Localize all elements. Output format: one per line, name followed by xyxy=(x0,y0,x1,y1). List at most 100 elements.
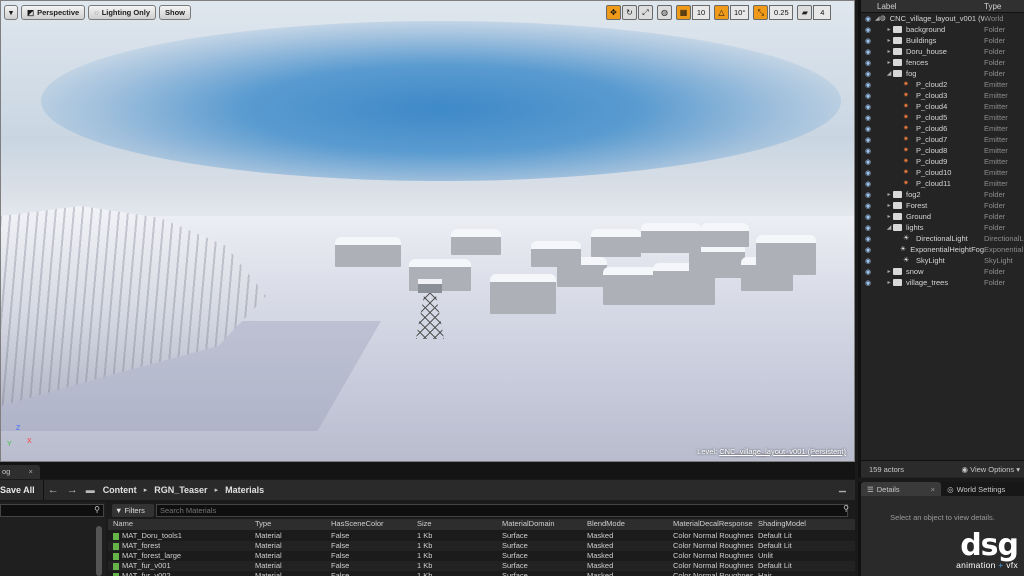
world-local-icon[interactable]: ◍ xyxy=(657,5,672,20)
eye-icon[interactable]: ◉ xyxy=(861,114,875,122)
eye-icon[interactable]: ◉ xyxy=(861,246,875,254)
breadcrumb-materials[interactable]: Materials xyxy=(225,485,264,495)
grid-snap-icon[interactable]: ▦ xyxy=(676,5,691,20)
asset-search-input[interactable] xyxy=(156,504,848,517)
close-icon[interactable]: × xyxy=(931,485,935,494)
viewport-menu-button[interactable]: ▾ xyxy=(4,5,18,20)
asset-row[interactable]: MAT_fur_v001 Material False 1 Kb Surface Mask… xyxy=(108,561,855,571)
eye-icon[interactable]: ◉ xyxy=(861,191,875,199)
outliner-row[interactable]: ◉ ◢ lights Folder xyxy=(861,222,1024,233)
label-column-header[interactable]: Label xyxy=(875,2,984,11)
eye-icon[interactable]: ◉ xyxy=(861,257,875,265)
column-shadingmodel[interactable]: ShadingModel xyxy=(758,519,806,528)
translate-icon[interactable]: ✥ xyxy=(606,5,621,20)
column-blendmode[interactable]: BlendMode xyxy=(587,519,625,528)
eye-icon[interactable]: ◉ xyxy=(861,92,875,100)
asset-row[interactable]: MAT_fur_v002 Material False 1 Kb Surface Mask… xyxy=(108,571,855,576)
expand-arrow-icon[interactable]: ▸ xyxy=(885,48,893,55)
level-viewport[interactable]: ▾ ◩ Perspective ◌ Lighting Only Show ✥ ↻… xyxy=(0,0,855,462)
column-type[interactable]: Type xyxy=(255,519,271,528)
eye-icon[interactable]: ◉ xyxy=(861,81,875,89)
outliner-row[interactable]: ◉ ▸ village_trees Folder xyxy=(861,277,1024,288)
filters-button[interactable]: ▼ Filters xyxy=(112,504,154,517)
tab-details[interactable]: ☰ Details × xyxy=(861,482,942,496)
asset-row[interactable]: MAT_forest_large Material False 1 Kb Surface… xyxy=(108,551,855,561)
outliner-row[interactable]: ◉ ✷ P_cloud10 Emitter xyxy=(861,167,1024,178)
eye-icon[interactable]: ◉ xyxy=(861,202,875,210)
outliner-row[interactable]: ◉ ▸ Ground Folder xyxy=(861,211,1024,222)
tab-output-log[interactable]: og × xyxy=(0,465,40,479)
outliner-row[interactable]: ◉ ✷ P_cloud6 Emitter xyxy=(861,123,1024,134)
type-column-header[interactable]: Type xyxy=(984,2,1001,11)
outliner-row[interactable]: ◉ ✷ P_cloud9 Emitter xyxy=(861,156,1024,167)
expand-arrow-icon[interactable]: ▸ xyxy=(885,268,893,275)
outliner-row[interactable]: ◉ ▸ background Folder xyxy=(861,24,1024,35)
eye-icon[interactable]: ◉ xyxy=(861,147,875,155)
expand-arrow-icon[interactable]: ◢ xyxy=(885,70,893,77)
outliner-row[interactable]: ◉ ☀ ExponentialHeightFog Exponential xyxy=(861,244,1024,255)
eye-icon[interactable]: ◉ xyxy=(861,279,875,287)
save-all-button[interactable]: Save All xyxy=(0,480,44,500)
asset-row[interactable]: MAT_Doru_tools1 Material False 1 Kb Surface M… xyxy=(108,531,855,541)
scale-snap-value[interactable]: 0.25 xyxy=(769,5,794,20)
outliner-row[interactable]: ◉ ☀ SkyLight SkyLight xyxy=(861,255,1024,266)
eye-icon[interactable]: ◉ xyxy=(861,180,875,188)
eye-icon[interactable]: ◉ xyxy=(861,158,875,166)
outliner-row[interactable]: ◉ ✷ P_cloud2 Emitter xyxy=(861,79,1024,90)
show-button[interactable]: Show xyxy=(159,5,192,20)
view-options-button[interactable]: ◉ View Options ▾ xyxy=(961,465,1020,474)
breadcrumb-rgn-teaser[interactable]: RGN_Teaser xyxy=(154,485,207,495)
minimize-icon[interactable]: ▁ xyxy=(839,482,846,493)
close-icon[interactable]: × xyxy=(28,467,32,476)
column-name[interactable]: Name xyxy=(113,519,133,528)
scale-icon[interactable]: ⤢ xyxy=(638,5,653,20)
column-materialdecalresponse[interactable]: MaterialDecalResponse xyxy=(673,519,753,528)
expand-arrow-icon[interactable]: ◢ xyxy=(885,224,893,231)
forward-arrow-icon[interactable]: → xyxy=(63,484,82,496)
tab-world-settings[interactable]: ◎ World Settings xyxy=(941,482,1011,496)
rotation-snap-icon[interactable]: △ xyxy=(714,5,729,20)
outliner-row[interactable]: ◉ ▸ Buildings Folder xyxy=(861,35,1024,46)
outliner-row[interactable]: ◉ ▸ fog2 Folder xyxy=(861,189,1024,200)
breadcrumb-content[interactable]: Content xyxy=(103,485,137,495)
expand-arrow-icon[interactable]: ▸ xyxy=(885,213,893,220)
eye-icon[interactable]: ◉ xyxy=(861,235,875,243)
camera-speed-value[interactable]: 4 xyxy=(813,5,832,20)
expand-arrow-icon[interactable]: ▸ xyxy=(885,37,893,44)
outliner-row[interactable]: ◉ ✷ P_cloud4 Emitter xyxy=(861,101,1024,112)
eye-icon[interactable]: ◉ xyxy=(861,213,875,221)
scale-snap-icon[interactable]: ⤡ xyxy=(753,5,769,20)
scrollbar[interactable] xyxy=(96,526,102,576)
outliner-row[interactable]: ◉ ▸ Doru_house Folder xyxy=(861,46,1024,57)
rotation-snap-value[interactable]: 10° xyxy=(730,5,750,20)
outliner-row[interactable]: ◉ ▸ Forest Folder xyxy=(861,200,1024,211)
outliner-row[interactable]: ◉ ▸ snow Folder xyxy=(861,266,1024,277)
perspective-button[interactable]: ◩ Perspective xyxy=(21,5,86,20)
expand-arrow-icon[interactable]: ▸ xyxy=(885,59,893,66)
eye-icon[interactable]: ◉ xyxy=(861,268,875,276)
expand-arrow-icon[interactable]: ▸ xyxy=(885,202,893,209)
outliner-row[interactable]: ◉ ▸ fences Folder xyxy=(861,57,1024,68)
column-size[interactable]: Size xyxy=(417,519,432,528)
eye-icon[interactable]: ◉ xyxy=(861,48,875,56)
back-arrow-icon[interactable]: ← xyxy=(44,484,63,496)
outliner-row[interactable]: ◉ ✷ P_cloud8 Emitter xyxy=(861,145,1024,156)
eye-icon[interactable]: ◉ xyxy=(861,125,875,133)
column-materialdomain[interactable]: MaterialDomain xyxy=(502,519,555,528)
eye-icon[interactable]: ◉ xyxy=(861,37,875,45)
expand-arrow-icon[interactable]: ▸ xyxy=(885,26,893,33)
outliner-row[interactable]: ◉ ☀ DirectionalLight DirectionalL xyxy=(861,233,1024,244)
expand-arrow-icon[interactable]: ▸ xyxy=(885,279,893,286)
outliner-row[interactable]: ◉ ◢ fog Folder xyxy=(861,68,1024,79)
outliner-row[interactable]: ◉ ✷ P_cloud7 Emitter xyxy=(861,134,1024,145)
eye-icon[interactable]: ◉ xyxy=(861,224,875,232)
outliner-row[interactable]: ◉ ✷ P_cloud5 Emitter xyxy=(861,112,1024,123)
outliner-row[interactable]: ◉◢◍CNC_village_layout_v001 (WorldWorld xyxy=(861,13,1024,24)
eye-icon[interactable]: ◉ xyxy=(861,136,875,144)
rotate-icon[interactable]: ↻ xyxy=(622,5,637,20)
eye-icon[interactable]: ◉ xyxy=(861,70,875,78)
outliner-row[interactable]: ◉ ✷ P_cloud3 Emitter xyxy=(861,90,1024,101)
grid-snap-value[interactable]: 10 xyxy=(692,5,710,20)
column-hasscenecolor[interactable]: HasSceneColor xyxy=(331,519,384,528)
expand-arrow-icon[interactable]: ▸ xyxy=(885,191,893,198)
